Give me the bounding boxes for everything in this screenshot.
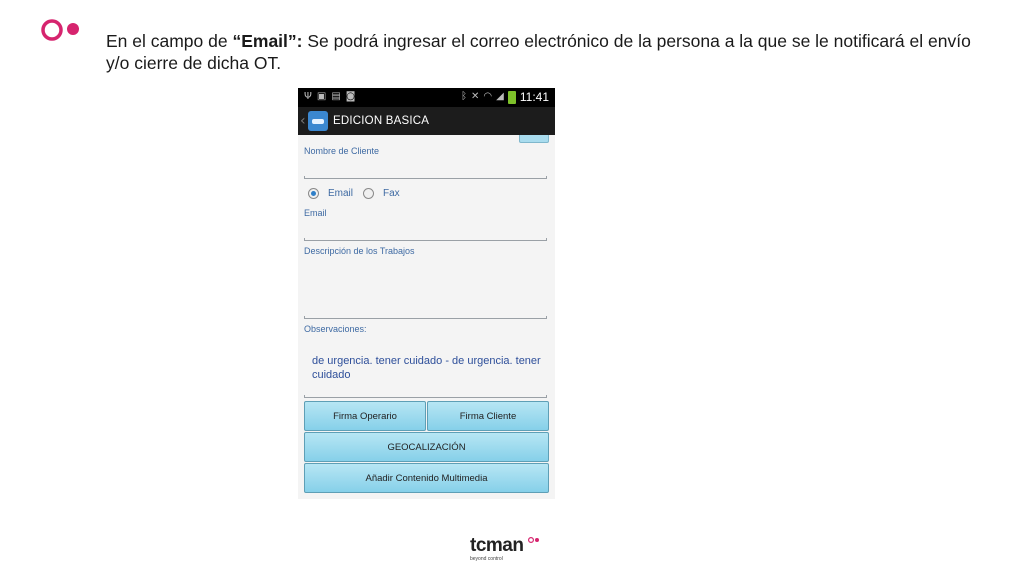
- status-bar: Ψ ▣ ▤ ◙ ᛒ ✕ ◠ ◢ 11:41: [298, 88, 555, 107]
- observations-input[interactable]: [304, 395, 547, 398]
- brand-name: tcman: [470, 535, 524, 556]
- heading-bold: “Email”:: [232, 31, 303, 51]
- email-input[interactable]: [304, 238, 547, 241]
- wifi-icon: ◠: [483, 91, 493, 102]
- image-icon: ▣: [316, 91, 327, 102]
- brand-dots-icon: [528, 537, 539, 543]
- work-description-label: Descripción de los Trabajos: [304, 246, 415, 256]
- contact-type-radio-group: Email Fax: [308, 188, 410, 199]
- observations-label: Observaciones:: [304, 324, 367, 334]
- observations-value[interactable]: de urgencia. tener cuidado - de urgencia…: [312, 354, 542, 382]
- brand-tagline: beyond control: [470, 556, 503, 562]
- usb-icon: Ψ: [304, 91, 312, 102]
- back-chevron-icon[interactable]: ‹: [300, 113, 306, 129]
- firma-cliente-button[interactable]: Firma Cliente: [427, 401, 549, 431]
- footer-logo: tcman beyond control: [470, 535, 539, 562]
- action-bar[interactable]: ‹ EDICION BASICA: [298, 107, 555, 135]
- clock: 11:41: [519, 90, 549, 104]
- screen-title: EDICION BASICA: [333, 115, 430, 127]
- email-label: Email: [304, 208, 327, 218]
- fax-radio[interactable]: [363, 188, 375, 199]
- logo-icon: [41, 19, 79, 41]
- add-multimedia-button[interactable]: Añadir Contenido Multimedia: [304, 463, 549, 493]
- sd-card-icon: ▤: [331, 91, 341, 102]
- camera-icon: ◙: [345, 91, 356, 102]
- battery-icon: [507, 90, 516, 104]
- geolocation-button[interactable]: GEOCALIZACIÓN: [304, 432, 549, 462]
- bluetooth-icon: ᛒ: [461, 91, 468, 102]
- signal-icon: ◢: [496, 91, 504, 102]
- app-icon[interactable]: [308, 111, 328, 131]
- client-name-input[interactable]: [304, 176, 547, 179]
- mute-icon: ✕: [471, 91, 480, 102]
- email-radio-label[interactable]: Email: [328, 188, 353, 199]
- firma-operario-button[interactable]: Firma Operario: [304, 401, 426, 431]
- client-name-label: Nombre de Cliente: [304, 146, 380, 156]
- email-radio[interactable]: [308, 188, 319, 199]
- fax-radio-label[interactable]: Fax: [383, 188, 400, 199]
- work-description-input[interactable]: [304, 316, 547, 319]
- heading-prefix: En el campo de: [106, 31, 233, 51]
- slide-heading: En el campo de “Email”: Se podrá ingresa…: [106, 30, 986, 74]
- partial-top-button[interactable]: [519, 135, 549, 143]
- phone-screenshot: Ψ ▣ ▤ ◙ ᛒ ✕ ◠ ◢ 11:41 ‹ EDICION BASICA N…: [298, 88, 555, 499]
